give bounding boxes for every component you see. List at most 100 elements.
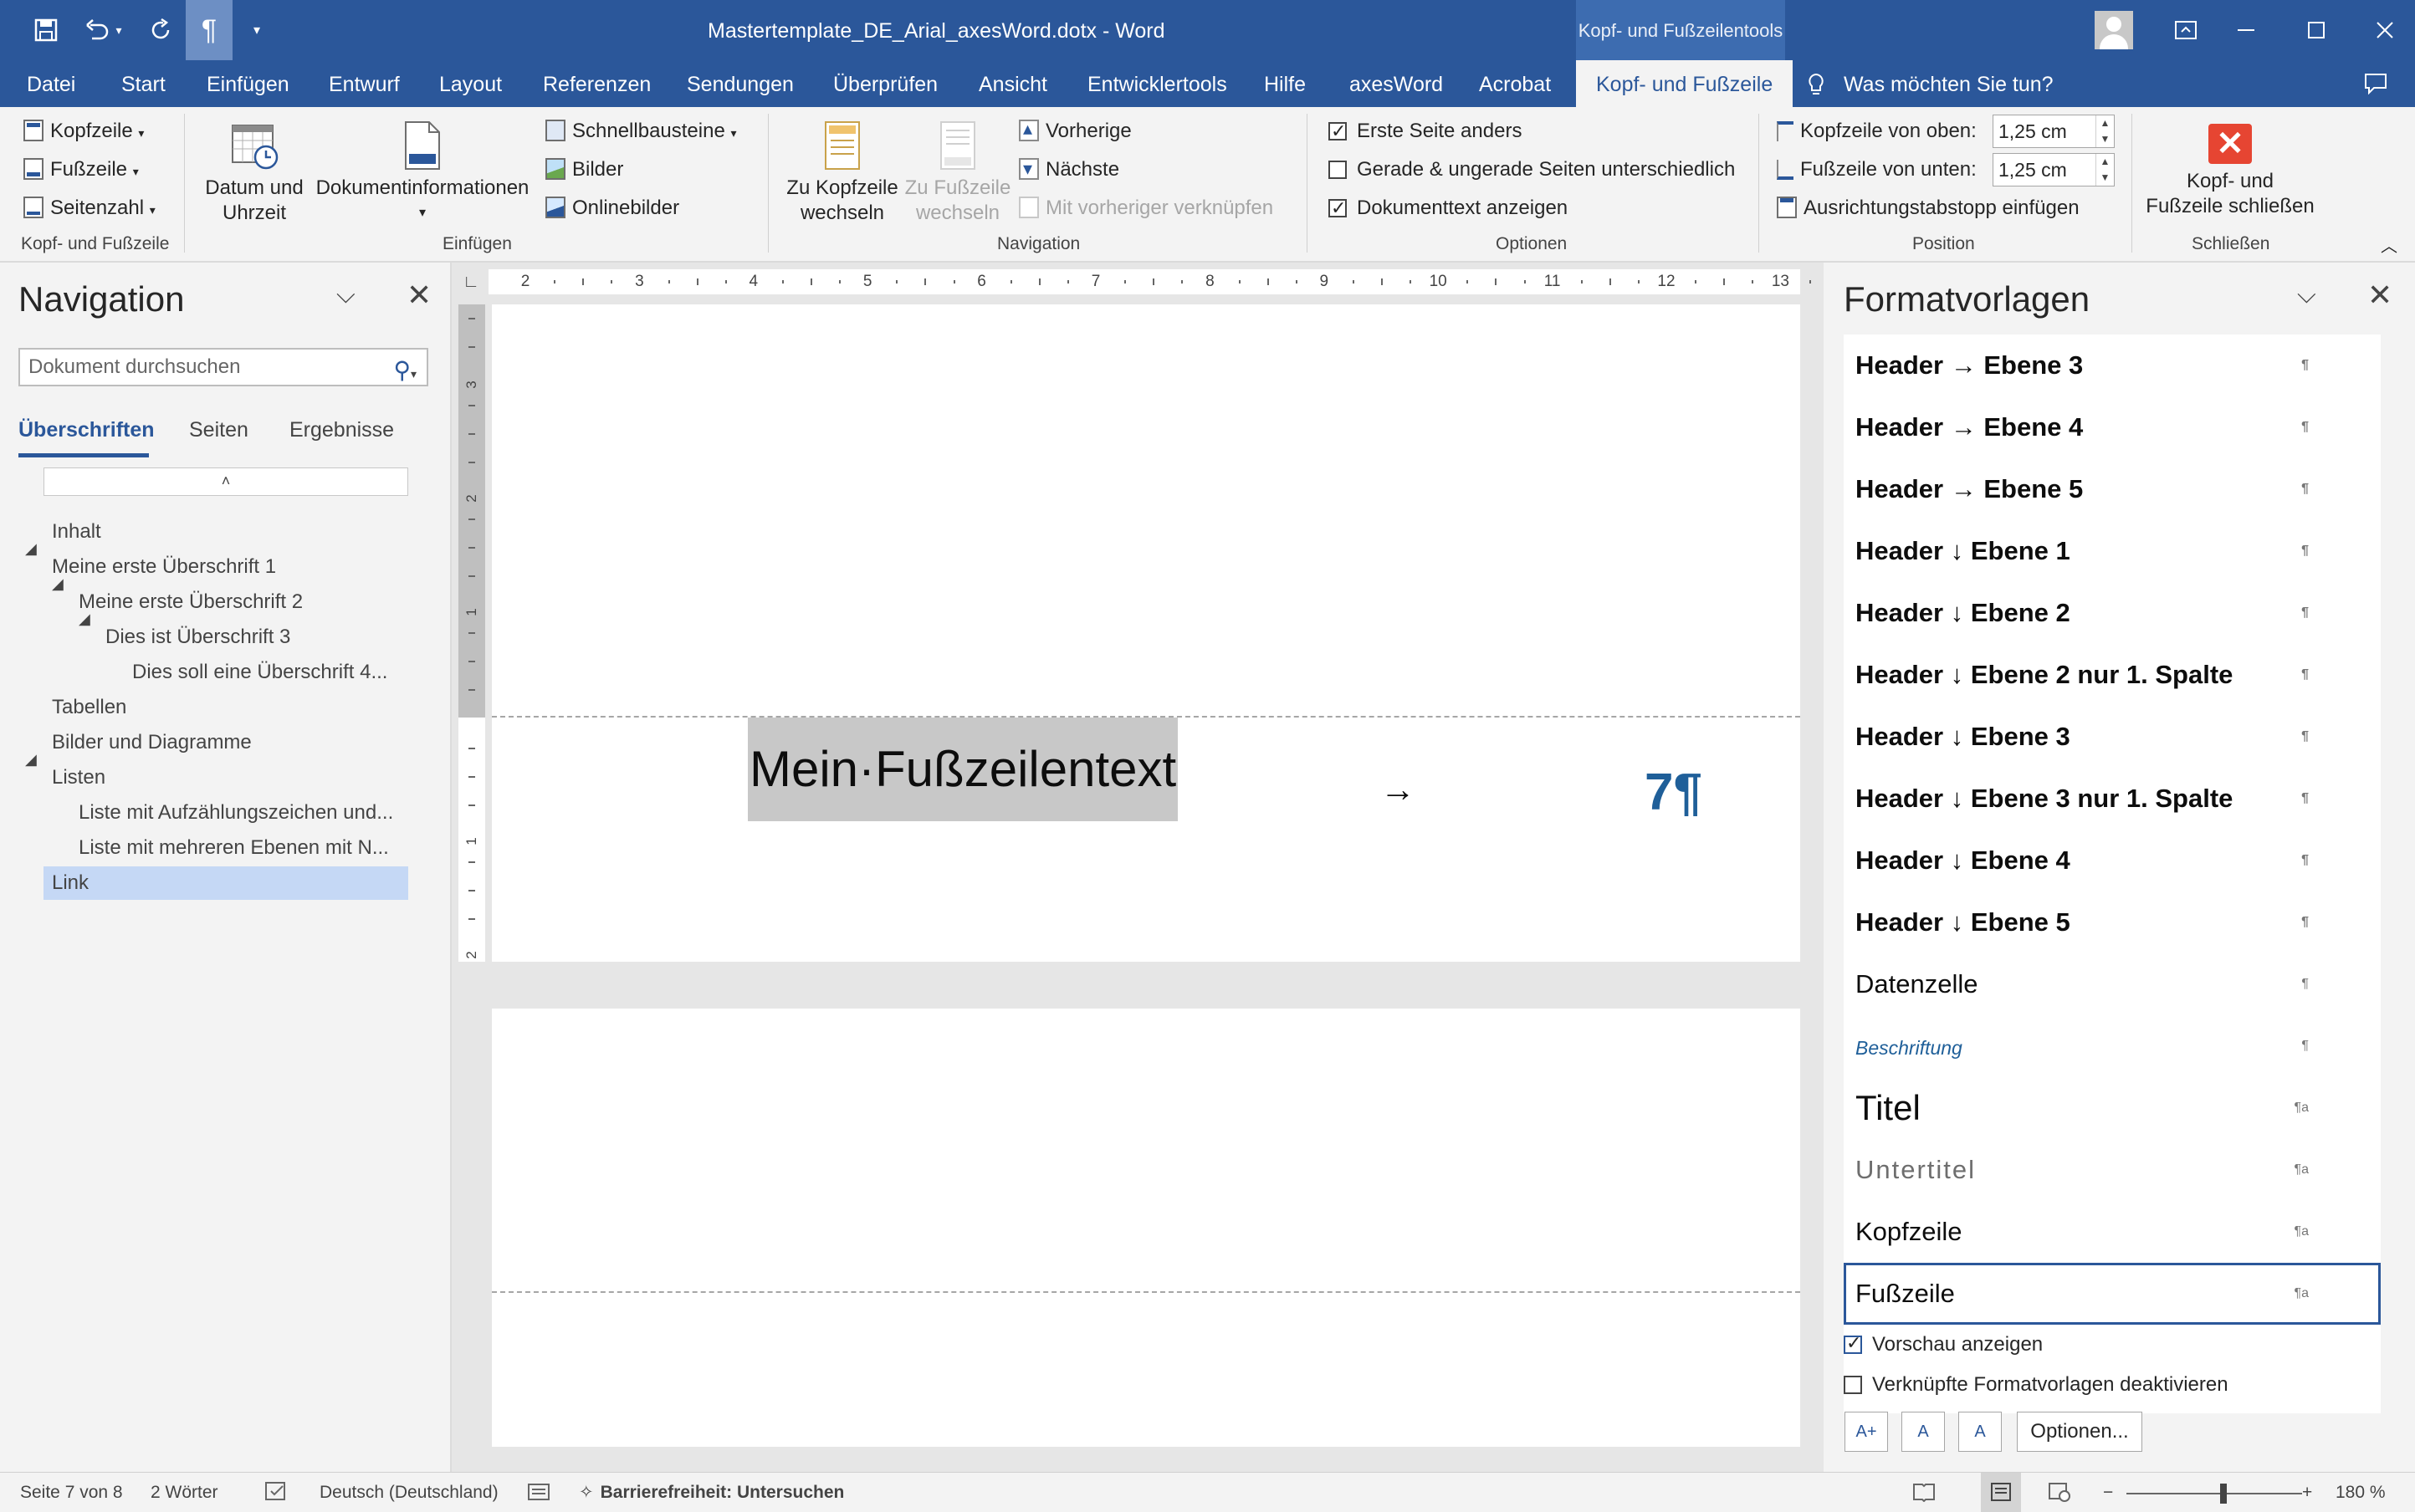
new-style-button[interactable]: A+ (1845, 1412, 1888, 1452)
mit-vorheriger-verknuepfen-button[interactable]: Mit vorheriger verknüpfen (1019, 196, 1273, 221)
tab-ueberschriften[interactable]: Überschriften (18, 418, 155, 442)
datum-uhrzeit-button[interactable]: Datum und Uhrzeit (201, 120, 308, 226)
close-window-icon[interactable] (2364, 0, 2406, 60)
maximize-icon[interactable] (2295, 0, 2337, 60)
spinner-arrows[interactable]: ▲ ▼ (2095, 154, 2114, 186)
kopf-fusszeile-schliessen-button[interactable]: ✕ Kopf- und Fußzeile schließen (2138, 124, 2322, 219)
nav-heading-item[interactable]: Listen (43, 761, 105, 794)
style-item[interactable]: Titel ¶a (1844, 1077, 2381, 1139)
fusszeile-von-unten-input[interactable]: 1,25 cm ▲ ▼ (1993, 153, 2115, 186)
customize-quick-access-icon[interactable]: ▾ (244, 0, 269, 60)
vertical-ruler[interactable]: 3 2 1 1 2 (458, 304, 485, 962)
comments-icon[interactable] (2359, 60, 2392, 107)
user-avatar[interactable] (2095, 11, 2133, 49)
nav-heading-item[interactable]: Tabellen (43, 691, 126, 724)
tab-kopf-und-fusszeile[interactable]: Kopf- und Fußzeile (1576, 60, 1793, 107)
spinner-arrows[interactable]: ▲ ▼ (2095, 115, 2114, 147)
verknuepfte-deaktivieren-checkbox[interactable]: Verknüpfte Formatvorlagen deaktivieren (1844, 1373, 2228, 1397)
style-item-selected[interactable]: Fußzeile ¶a (1844, 1263, 2381, 1325)
ausrichtungstabstopp-button[interactable]: Ausrichtungstabstopp einfügen (1777, 196, 2080, 221)
bilder-button[interactable]: Bilder (545, 157, 623, 182)
tab-einfuegen[interactable]: Einfügen (207, 60, 289, 107)
nav-heading-item[interactable]: Bilder und Diagramme (43, 726, 252, 759)
tell-me-search[interactable]: Was möchten Sie tun? (1807, 60, 2054, 107)
collapse-ribbon-icon[interactable]: ︿ (2381, 234, 2397, 259)
page-footer-region[interactable] (492, 304, 1800, 962)
style-item[interactable]: Header ↓ Ebene 4 ¶ (1844, 830, 2381, 891)
collapse-triangle-icon[interactable]: ◢ (25, 540, 37, 558)
tab-ergebnisse[interactable]: Ergebnisse (289, 418, 394, 442)
style-item[interactable]: Header ↓ Ebene 1 ¶ (1844, 520, 2381, 582)
read-mode-icon[interactable] (1912, 1473, 1936, 1512)
horizontal-ruler[interactable]: 2 3 4 5 6 7 8 9 10 11 12 13 (489, 269, 1868, 294)
tab-ansicht[interactable]: Ansicht (979, 60, 1047, 107)
nav-heading-item[interactable]: Meine erste Überschrift 2 (70, 585, 303, 619)
word-count[interactable]: 2 Wörter (151, 1473, 218, 1512)
style-item[interactable]: Header ↓ Ebene 3 ¶ (1844, 706, 2381, 768)
nav-heading-item[interactable]: Meine erste Überschrift 1 (43, 550, 276, 584)
tab-entwicklertools[interactable]: Entwicklertools (1087, 60, 1227, 107)
nav-heading-item[interactable]: Liste mit mehreren Ebenen mit N... (70, 831, 389, 865)
zoom-in-button[interactable]: + (2302, 1473, 2312, 1512)
tab-acrobat[interactable]: Acrobat (1479, 60, 1551, 107)
vorschau-anzeigen-checkbox[interactable]: Vorschau anzeigen (1844, 1332, 2043, 1356)
next-page[interactable] (492, 1009, 1800, 1447)
page-count[interactable]: Seite 7 von 8 (20, 1473, 123, 1512)
scroll-up-button[interactable]: ˄ (43, 467, 408, 496)
zoom-slider-thumb[interactable] (2220, 1484, 2227, 1504)
nav-heading-item[interactable]: Inhalt (43, 515, 101, 549)
tab-entwurf[interactable]: Entwurf (329, 60, 400, 107)
nav-heading-item[interactable]: Dies ist Überschrift 3 (97, 621, 290, 654)
tab-hilfe[interactable]: Hilfe (1264, 60, 1306, 107)
erste-seite-anders-checkbox[interactable]: Erste Seite anders (1328, 119, 1522, 144)
close-pane-icon[interactable]: ✕ (407, 278, 432, 313)
nav-heading-item[interactable]: Dies soll eine Überschrift 4... (124, 656, 387, 689)
vorherige-button[interactable]: Vorherige (1019, 116, 1132, 144)
collapse-triangle-icon[interactable]: ◢ (79, 610, 90, 628)
footer-text[interactable]: Mein·Fußzeilentext (748, 718, 1179, 821)
tab-sendungen[interactable]: Sendungen (687, 60, 794, 107)
style-item[interactable]: Untertitel ¶a (1844, 1139, 2381, 1201)
proofing-icon[interactable] (264, 1473, 289, 1512)
tab-start[interactable]: Start (121, 60, 166, 107)
redo-icon[interactable] (142, 0, 181, 60)
style-item[interactable]: Beschriftung ¶ (1844, 1015, 2381, 1077)
show-formatting-marks-icon[interactable]: ¶ (186, 0, 233, 60)
zu-fusszeile-wechseln-button[interactable]: Zu Fußzeile wechseln (903, 120, 1012, 226)
seitenzahl-button[interactable]: Seitenzahl ▾ (23, 196, 156, 222)
styles-options-button[interactable]: Optionen... (2017, 1412, 2142, 1452)
zu-kopfzeile-wechseln-button[interactable]: Zu Kopfzeile wechseln (781, 120, 903, 226)
schnellbausteine-button[interactable]: Schnellbausteine ▾ (545, 119, 737, 146)
tab-seiten[interactable]: Seiten (189, 418, 248, 442)
web-layout-icon[interactable] (2048, 1473, 2071, 1512)
dokumenttext-anzeigen-checkbox[interactable]: Dokumenttext anzeigen (1328, 196, 1568, 221)
pane-options-chevron-icon[interactable]: ⌵ (2297, 281, 2316, 309)
tab-axesword[interactable]: axesWord (1349, 60, 1443, 107)
style-item[interactable]: Header → Ebene 3 ¶ (1844, 335, 2381, 396)
macro-recording-icon[interactable] (527, 1473, 550, 1512)
onlinebilder-button[interactable]: Onlinebilder (545, 196, 679, 221)
zoom-out-button[interactable]: − (2103, 1473, 2113, 1512)
search-icon[interactable]: ⚲▾ (393, 353, 417, 391)
nav-heading-item-selected[interactable]: Link (43, 866, 408, 900)
minimize-icon[interactable] (2225, 0, 2267, 60)
print-layout-icon[interactable] (1981, 1473, 2021, 1512)
gerade-ungerade-checkbox[interactable]: Gerade & ungerade Seiten unterschiedlich (1328, 157, 1735, 182)
close-pane-icon[interactable]: ✕ (2367, 278, 2392, 313)
footer-page-number[interactable]: 7¶ (1645, 763, 1702, 822)
style-item[interactable]: Header ↓ Ebene 2 nur 1. Spalte ¶ (1844, 644, 2381, 706)
collapse-triangle-icon[interactable]: ◢ (52, 575, 64, 593)
language[interactable]: Deutsch (Deutschland) (320, 1473, 499, 1512)
tab-datei[interactable]: Datei (27, 60, 75, 107)
style-item[interactable]: Datenzelle ¶ (1844, 953, 2381, 1015)
style-item[interactable]: Header → Ebene 4 ¶ (1844, 396, 2381, 458)
style-inspector-button[interactable]: A (1901, 1412, 1945, 1452)
tab-selector[interactable]: ∟ (458, 269, 484, 294)
tab-layout[interactable]: Layout (439, 60, 502, 107)
kopfzeile-button[interactable]: Kopfzeile ▾ (23, 119, 144, 146)
collapse-triangle-icon[interactable]: ◢ (25, 751, 37, 769)
zoom-level[interactable]: 180 % (2336, 1473, 2386, 1512)
dokumentinformationen-button[interactable]: Dokumentinformationen ▾ (311, 120, 534, 226)
style-item[interactable]: Kopfzeile ¶a (1844, 1201, 2381, 1263)
zoom-slider-track[interactable] (2126, 1493, 2302, 1494)
